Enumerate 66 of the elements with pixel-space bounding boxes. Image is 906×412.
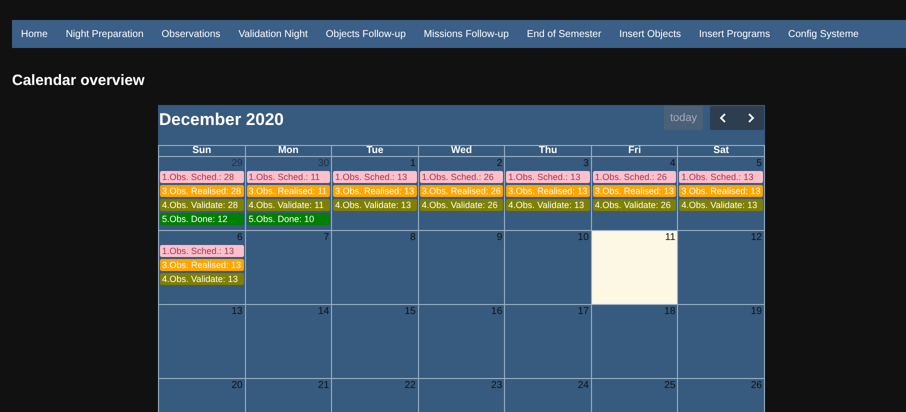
calendar-event[interactable]: 4.Obs. Validate: 13 (506, 199, 590, 211)
calendar-event[interactable]: 4.Obs. Validate: 13 (333, 199, 417, 211)
calendar-event[interactable]: 1.Obs. Sched.: 28 (160, 171, 244, 183)
nav-link[interactable]: Observations (152, 28, 230, 40)
calendar-event[interactable]: 1.Obs. Sched.: 13 (160, 245, 244, 257)
weekday-header: Wed (418, 145, 506, 157)
day-number: 17 (578, 306, 590, 318)
nav-link[interactable]: Home (12, 28, 57, 40)
calendar-event[interactable]: 5.Obs. Done: 10 (246, 213, 330, 225)
day-number: 16 (491, 306, 504, 318)
calendar-event[interactable]: 4.Obs. Validate: 28 (160, 199, 244, 211)
weekday-header: Mon (246, 145, 332, 157)
day-number: 26 (750, 380, 763, 392)
day-number: 6 (237, 232, 244, 244)
calendar-event[interactable]: 1.Obs. Sched.: 26 (592, 171, 676, 183)
nav-link[interactable]: Missions Follow-up (414, 28, 518, 40)
calendar-event[interactable]: 4.Obs. Validate: 26 (592, 199, 676, 211)
weekday-header: Sun (159, 145, 246, 157)
nav-link[interactable]: Night Preparation (56, 28, 153, 40)
calendar-event[interactable]: 1.Obs. Sched.: 26 (420, 171, 504, 183)
day-number: 14 (318, 306, 330, 318)
weekday-header: Fri (592, 145, 678, 157)
calendar-event[interactable]: 4.Obs. Validate: 13 (160, 273, 244, 285)
day-number: 18 (664, 306, 676, 318)
month-title: December 2020 (159, 110, 284, 130)
day-number: 7 (324, 232, 330, 244)
day-number: 1 (410, 158, 417, 170)
day-number: 12 (750, 232, 763, 244)
day-number: 3 (583, 158, 590, 170)
day-number: 4 (670, 158, 676, 170)
calendar-event[interactable]: 1.Obs. Sched.: 13 (506, 171, 590, 183)
calendar-event[interactable]: 4.Obs. Validate: 11 (246, 199, 330, 211)
nav-link[interactable]: Insert Programs (690, 28, 780, 40)
chevron-left-icon (719, 112, 728, 124)
day-number: 8 (410, 232, 417, 244)
day-number: 2 (496, 158, 504, 170)
calendar-event[interactable]: 5.Obs. Done: 12 (160, 213, 244, 225)
day-number: 20 (231, 380, 244, 392)
day-number: 22 (404, 380, 417, 392)
nav-link[interactable]: Validation Night (229, 28, 317, 40)
nav-link[interactable]: Config Systeme (779, 28, 868, 40)
page-title: Calendar overview (12, 72, 146, 90)
calendar-event[interactable]: 4.Obs. Validate: 26 (420, 199, 504, 211)
calendar-event[interactable]: 4.Obs. Validate: 13 (679, 199, 763, 211)
day-number: 15 (404, 306, 417, 318)
nav-link[interactable]: Insert Objects (610, 28, 690, 40)
day-number: 24 (578, 380, 590, 392)
day-number: 19 (750, 306, 763, 318)
nav-link[interactable]: End of Semester (518, 28, 610, 40)
calendar-event[interactable]: 1.Obs. Sched.: 13 (679, 171, 763, 183)
day-number: 10 (578, 232, 590, 244)
calendar-event[interactable]: 1.Obs. Sched.: 11 (246, 171, 330, 183)
day-number: 25 (664, 380, 676, 392)
weekday-header: Thu (505, 145, 592, 157)
calendar-event[interactable]: 1.Obs. Sched.: 13 (333, 171, 417, 183)
day-number: 5 (756, 158, 763, 170)
chevron-right-icon (746, 112, 755, 124)
day-number: 11 (665, 232, 676, 244)
today-button[interactable]: today (664, 106, 703, 130)
day-number: 21 (318, 380, 330, 392)
weekday-header: Tue (332, 145, 419, 157)
day-number: 23 (491, 380, 504, 392)
nav-link[interactable]: Objects Follow-up (316, 28, 415, 40)
day-number: 13 (231, 306, 244, 318)
weekday-header: Sat (678, 145, 765, 157)
day-number: 9 (496, 232, 504, 244)
